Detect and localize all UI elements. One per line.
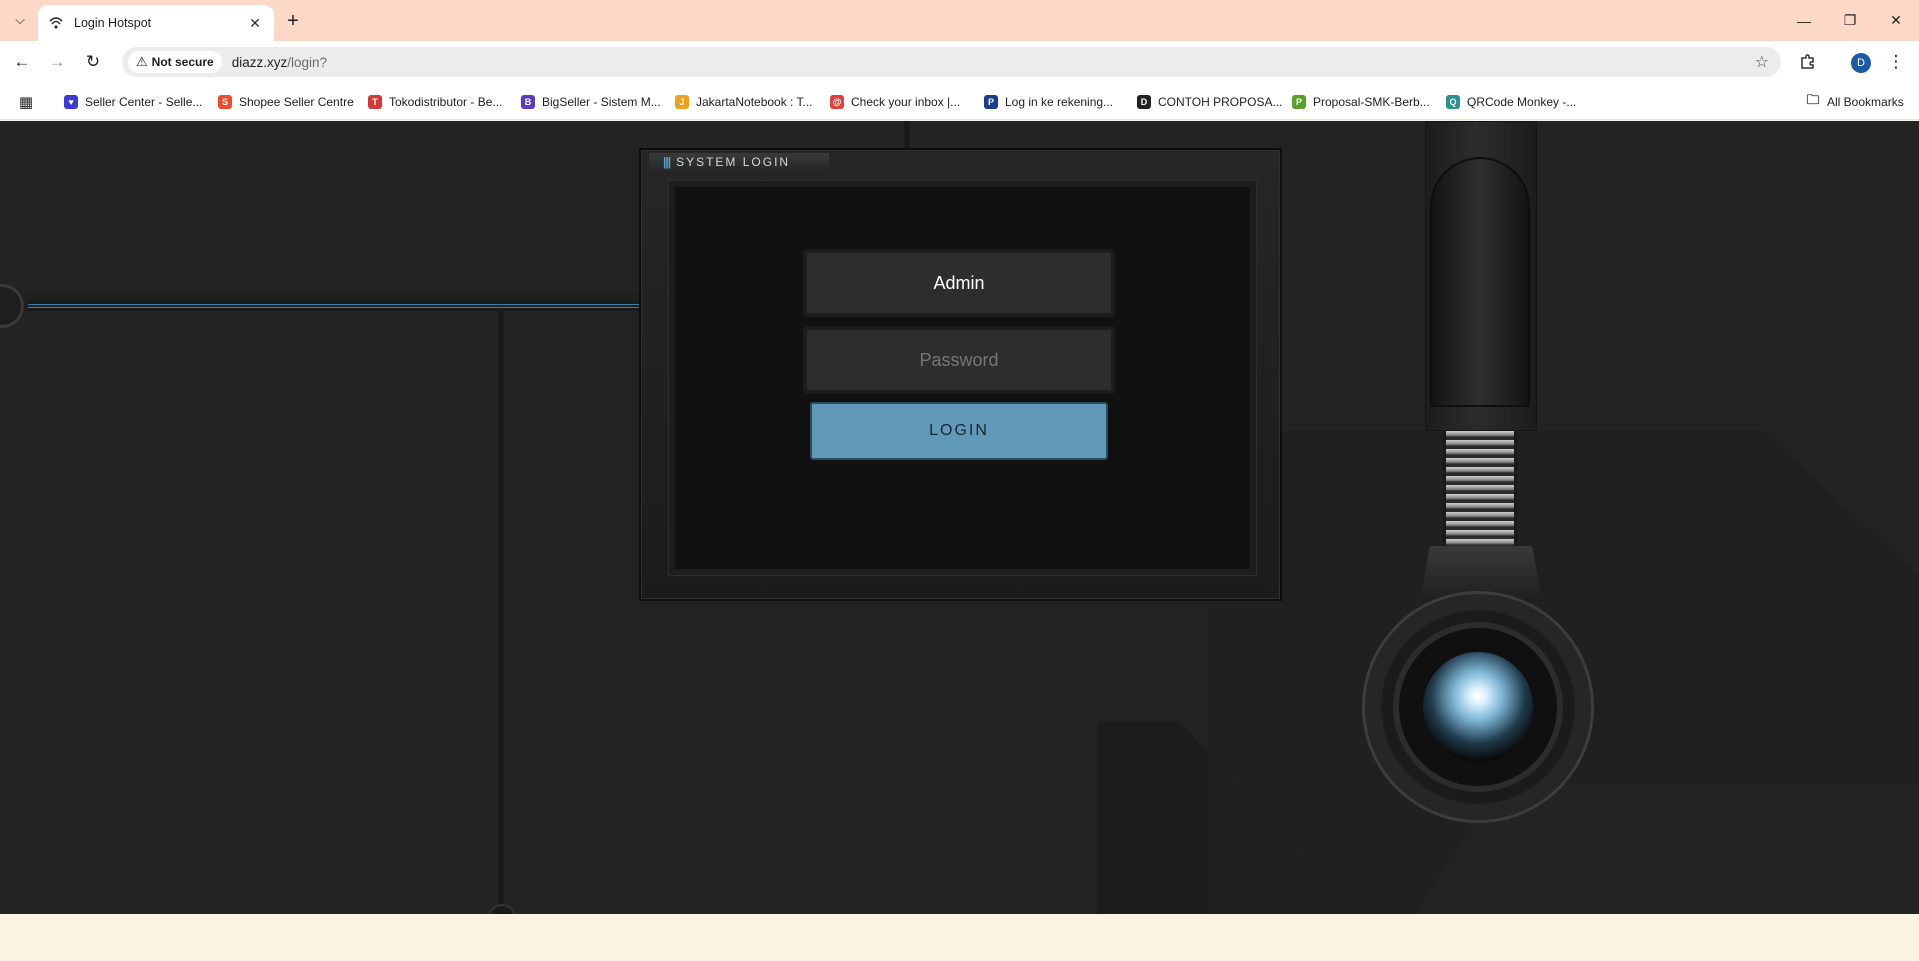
mail-favicon-icon: @ bbox=[830, 95, 844, 109]
toko-favicon-icon: T bbox=[368, 95, 382, 109]
reload-icon[interactable]: ↻ bbox=[78, 47, 108, 77]
bookmark-item[interactable]: T Tokodistributor - Be... bbox=[368, 92, 502, 112]
security-chip[interactable]: ⚠ Not secure bbox=[128, 51, 222, 73]
paypal-favicon-icon: P bbox=[984, 95, 998, 109]
extensions-puzzle-icon[interactable] bbox=[1793, 47, 1823, 77]
login-header: ||| SYSTEM LOGIN bbox=[649, 153, 829, 171]
document-favicon-icon: D bbox=[1137, 95, 1151, 109]
address-bar[interactable]: ⚠ Not secure diazz.xyz/login? ☆ bbox=[122, 47, 1781, 77]
url-host: diazz.xyz bbox=[231, 54, 288, 70]
bookmarks-bar: ▦ ♥ Seller Center - Selle... S Shopee Sell… bbox=[0, 83, 1919, 120]
url-text[interactable]: diazz.xyz/login? bbox=[232, 55, 327, 70]
security-chip-label: Not secure bbox=[151, 55, 214, 69]
bookmark-item[interactable]: Q QRCode Monkey -... bbox=[1446, 92, 1576, 112]
bookmark-item[interactable]: ♥ Seller Center - Selle... bbox=[64, 92, 202, 112]
machine-spring bbox=[1443, 431, 1517, 546]
tab-bar: ⌵ Login Hotspot ✕ + — ❐ ✕ bbox=[0, 0, 1919, 41]
jakartanotebook-favicon-icon: J bbox=[675, 95, 689, 109]
bookmark-star-icon[interactable]: ☆ bbox=[1755, 52, 1769, 72]
menu-dots-icon[interactable]: ⋮ bbox=[1881, 47, 1911, 77]
panel-divider bbox=[498, 311, 504, 914]
tab-close-icon[interactable]: ✕ bbox=[246, 14, 264, 32]
apps-grid-icon[interactable]: ▦ bbox=[16, 92, 36, 112]
new-tab-plus-icon[interactable]: + bbox=[280, 8, 306, 34]
bookmark-item[interactable]: D CONTOH PROPOSA... bbox=[1137, 92, 1282, 112]
cable-connector-knob bbox=[0, 284, 24, 328]
glowing-orb bbox=[1423, 652, 1533, 762]
heart-favicon-icon: ♥ bbox=[64, 95, 78, 109]
bookmark-item[interactable]: @ Check your inbox |... bbox=[830, 92, 960, 112]
login-header-title: SYSTEM LOGIN bbox=[676, 155, 791, 169]
bookmark-item[interactable]: B BigSeller - Sistem M... bbox=[521, 92, 661, 112]
browser-toolbar: ← → ↻ ⚠ Not secure diazz.xyz/login? ☆ D … bbox=[0, 41, 1919, 83]
glowing-cable bbox=[28, 301, 639, 311]
warning-icon: ⚠ bbox=[136, 54, 148, 69]
tab-title: Login Hotspot bbox=[74, 16, 152, 30]
bars-icon: ||| bbox=[663, 155, 671, 169]
bookmark-item[interactable]: J JakartaNotebook : T... bbox=[675, 92, 813, 112]
url-path: /login? bbox=[287, 54, 328, 70]
tab-search-chevron-icon[interactable]: ⌵ bbox=[6, 8, 34, 32]
back-arrow-icon[interactable]: ← bbox=[7, 47, 37, 77]
bookmark-item[interactable]: P Proposal-SMK-Berb... bbox=[1292, 92, 1430, 112]
profile-avatar[interactable]: D bbox=[1851, 53, 1871, 73]
close-window-button[interactable]: ✕ bbox=[1873, 0, 1919, 41]
password-field[interactable]: Password bbox=[803, 326, 1115, 394]
username-field[interactable]: Admin bbox=[803, 249, 1115, 317]
panel-bolt bbox=[488, 904, 516, 914]
shopee-favicon-icon: S bbox=[218, 95, 232, 109]
forward-arrow-icon[interactable]: → bbox=[42, 47, 72, 77]
bookmark-item[interactable]: S Shopee Seller Centre bbox=[218, 92, 354, 112]
panel-divider bbox=[904, 121, 910, 148]
wifi-favicon-icon bbox=[48, 15, 64, 31]
tab-login-hotspot[interactable]: Login Hotspot ✕ bbox=[38, 5, 274, 41]
all-bookmarks-button[interactable]: 🗀 All Bookmarks bbox=[1806, 92, 1903, 112]
hotspot-login-page: ||| SYSTEM LOGIN Admin Password LOGIN bbox=[0, 121, 1919, 914]
folder-icon: 🗀 bbox=[1806, 92, 1820, 107]
restore-button[interactable]: ❐ bbox=[1827, 0, 1873, 41]
login-button[interactable]: LOGIN bbox=[810, 402, 1108, 460]
qrcode-favicon-icon: Q bbox=[1446, 95, 1460, 109]
minimize-button[interactable]: — bbox=[1781, 0, 1827, 41]
bigseller-favicon-icon: B bbox=[521, 95, 535, 109]
bookmark-item[interactable]: P Log in ke rekening... bbox=[984, 92, 1113, 112]
proposal-favicon-icon: P bbox=[1292, 95, 1306, 109]
machine-piston bbox=[1430, 157, 1530, 407]
